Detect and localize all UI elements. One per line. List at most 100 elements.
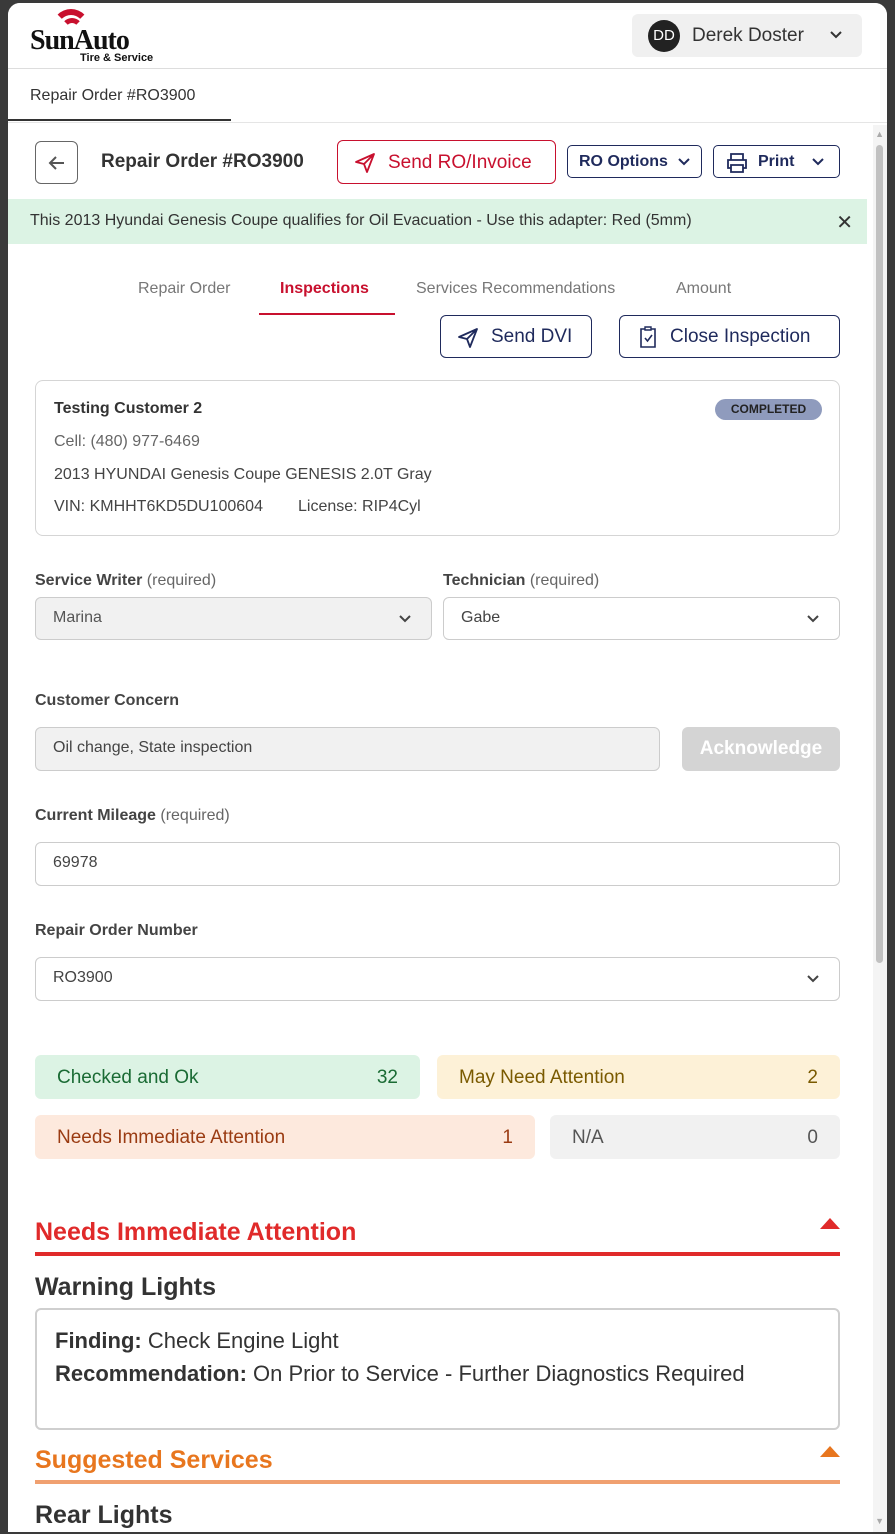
vehicle-license: License: RIP4Cyl (298, 498, 421, 515)
vehicle-vin: VIN: KMHHT6KD5DU100604 (54, 498, 263, 515)
print-label: Print (758, 153, 795, 170)
send-dvi-label: Send DVI (491, 326, 573, 347)
page-tab-bar: Repair Order #RO3900 (8, 69, 887, 123)
app-window: SunAuto Tire & Service DD Derek Doster R… (8, 3, 887, 1532)
mileage-value: 69978 (53, 854, 98, 871)
back-button[interactable] (35, 141, 78, 184)
technician-label-text: Technician (443, 572, 526, 589)
ro-number-select[interactable]: RO3900 (35, 957, 840, 1001)
customer-concern-label: Customer Concern (35, 692, 180, 709)
ro-number-value: RO3900 (53, 969, 113, 986)
technician-value: Gabe (461, 609, 501, 626)
status-badge: COMPLETED (715, 399, 822, 420)
finding-value: Check Engine Light (147, 1328, 339, 1353)
scrollbar-thumb[interactable] (876, 145, 883, 963)
printer-icon (727, 153, 747, 173)
chevron-down-icon (830, 31, 842, 39)
tab-inspections[interactable]: Inspections (280, 280, 369, 298)
active-tab-indicator (259, 313, 395, 315)
tab-amount[interactable]: Amount (676, 280, 731, 298)
brand-subtitle: Tire & Service (80, 52, 154, 64)
section-title-suggested: Suggested Services (35, 1446, 273, 1474)
close-icon[interactable]: ✕ (836, 210, 853, 235)
section-divider (35, 1252, 840, 1256)
top-bar: SunAuto Tire & Service DD Derek Doster (8, 3, 887, 69)
summary-na[interactable]: N/A 0 (550, 1115, 840, 1159)
chevron-down-icon (807, 975, 819, 983)
finding-line: Finding: Check Engine Light (55, 1328, 339, 1354)
clipboard-check-icon (640, 326, 656, 348)
customer-phone[interactable]: Cell: (480) 977-6469 (54, 433, 200, 451)
chevron-down-icon (678, 158, 690, 166)
section-divider (35, 1480, 840, 1484)
chevron-down-icon (807, 615, 819, 623)
inspection-item-title: Rear Lights (35, 1501, 173, 1529)
summary-label: Checked and Ok (57, 1067, 199, 1088)
summary-label: N/A (572, 1127, 604, 1148)
service-writer-label-text: Service Writer (35, 572, 143, 589)
mileage-label: Current Mileage (required) (35, 807, 230, 825)
brand-logo[interactable]: SunAuto Tire & Service (30, 9, 154, 65)
recommendation-value: On Prior to Service - Further Diagnostic… (253, 1361, 745, 1386)
service-writer-label: Service Writer (required) (35, 572, 216, 590)
user-menu[interactable]: DD Derek Doster (632, 14, 862, 57)
section-title-immediate: Needs Immediate Attention (35, 1218, 357, 1246)
vehicle-description: 2013 HYUNDAI Genesis Coupe GENESIS 2.0T … (54, 466, 432, 483)
banner-text: This 2013 Hyundai Genesis Coupe qualifie… (30, 212, 692, 229)
summary-label: May Need Attention (459, 1067, 625, 1088)
ro-options-label: RO Options (579, 153, 668, 170)
recommendation-line: Recommendation: On Prior to Service - Fu… (55, 1361, 745, 1387)
ro-number-label: Repair Order Number (35, 922, 198, 939)
collapse-triangle-icon[interactable] (820, 1446, 840, 1457)
scroll-down-icon[interactable]: ▼ (875, 1516, 884, 1526)
recommendation-label: Recommendation: (55, 1361, 247, 1386)
summary-count: 32 (376, 1067, 398, 1088)
inspection-item-title: Warning Lights (35, 1273, 216, 1301)
required-hint: (required) (160, 807, 230, 824)
send-icon (355, 153, 375, 173)
summary-checked-ok[interactable]: Checked and Ok 32 (35, 1055, 420, 1099)
send-ro-invoice-button[interactable]: Send RO/Invoice (337, 140, 556, 184)
page-tab-repair-order[interactable]: Repair Order #RO3900 (30, 87, 195, 105)
acknowledge-button[interactable]: Acknowledge (682, 727, 840, 771)
summary-count: 0 (807, 1127, 818, 1148)
print-button[interactable]: Print (713, 145, 840, 178)
summary-count: 1 (502, 1127, 513, 1148)
collapse-triangle-icon[interactable] (820, 1218, 840, 1229)
close-inspection-button[interactable]: Close Inspection (619, 315, 840, 358)
scroll-up-icon[interactable]: ▲ (875, 129, 884, 139)
send-icon (458, 328, 478, 348)
finding-card: Finding: Check Engine Light Recommendati… (35, 1308, 840, 1430)
arrow-left-icon (48, 156, 64, 170)
service-writer-value: Marina (53, 609, 102, 626)
customer-concern-value: Oil change, State inspection (53, 739, 253, 756)
technician-select[interactable]: Gabe (443, 597, 840, 640)
customer-card: Testing Customer 2 COMPLETED Cell: (480)… (35, 380, 840, 536)
tab-services-recommendations[interactable]: Services Recommendations (416, 280, 615, 298)
page-title: Repair Order #RO3900 (101, 151, 304, 172)
chevron-down-icon (399, 615, 411, 623)
avatar: DD (648, 20, 680, 52)
required-hint: (required) (529, 572, 600, 589)
summary-count: 2 (807, 1067, 818, 1088)
customer-name: Testing Customer 2 (54, 400, 203, 417)
ro-options-button[interactable]: RO Options (567, 145, 702, 178)
summary-label: Needs Immediate Attention (57, 1127, 286, 1148)
finding-label: Finding: (55, 1328, 142, 1353)
send-ro-label: Send RO/Invoice (388, 152, 532, 173)
chevron-down-icon (812, 158, 824, 166)
mileage-input[interactable]: 69978 (35, 842, 840, 886)
mileage-label-text: Current Mileage (35, 807, 156, 824)
info-banner: This 2013 Hyundai Genesis Coupe qualifie… (8, 199, 867, 244)
summary-needs-immediate-attention[interactable]: Needs Immediate Attention 1 (35, 1115, 535, 1159)
send-dvi-button[interactable]: Send DVI (440, 315, 592, 358)
technician-label: Technician (required) (443, 572, 599, 590)
close-inspection-label: Close Inspection (670, 326, 811, 347)
service-writer-select[interactable]: Marina (35, 597, 432, 640)
required-hint: (required) (146, 572, 217, 589)
customer-concern-field[interactable]: Oil change, State inspection (35, 727, 660, 771)
summary-may-need-attention[interactable]: May Need Attention 2 (437, 1055, 840, 1099)
user-name: Derek Doster (692, 25, 804, 46)
page-tab-indicator (8, 119, 231, 121)
tab-repair-order[interactable]: Repair Order (138, 280, 230, 298)
